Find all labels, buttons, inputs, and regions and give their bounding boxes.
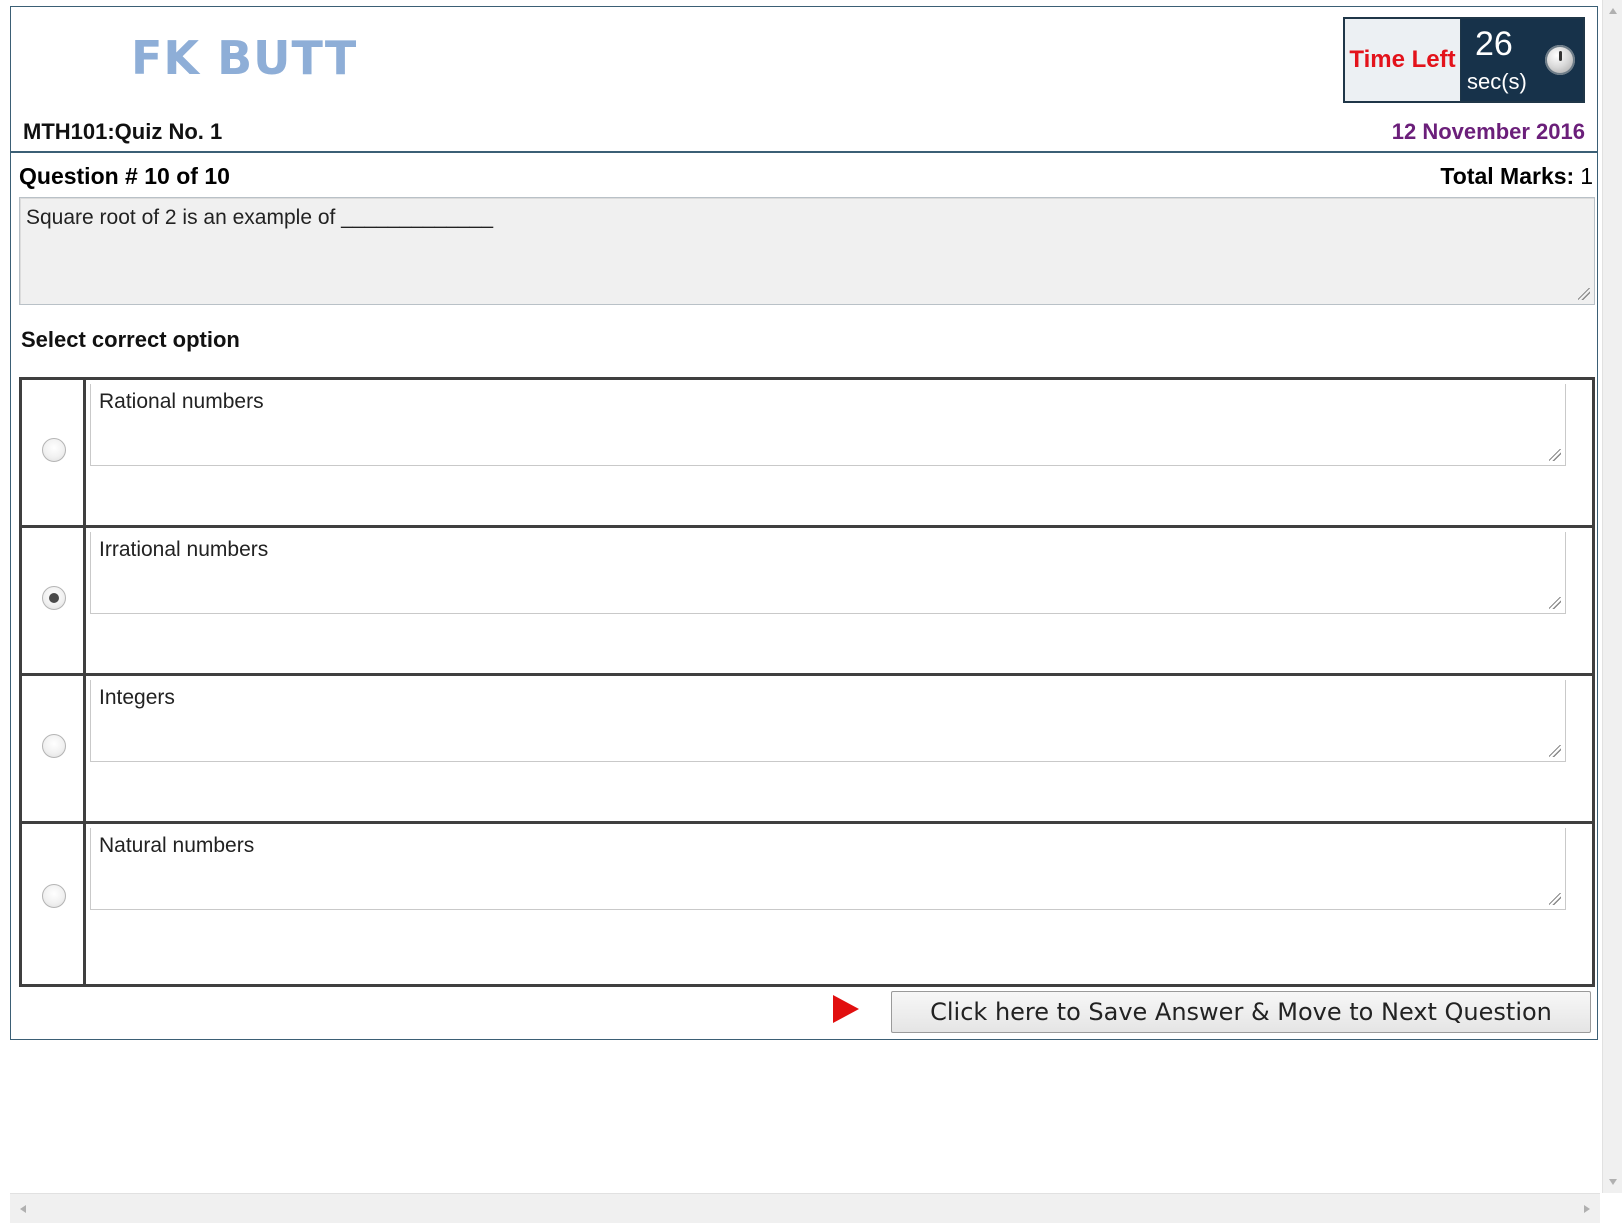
timer-seconds: 26 bbox=[1475, 25, 1513, 63]
select-option-label: Select correct option bbox=[21, 327, 240, 352]
option-row-4: Natural numbers bbox=[22, 824, 1592, 984]
quiz-title: MTH101:Quiz No. 1 bbox=[23, 119, 223, 144]
play-icon bbox=[833, 995, 859, 1023]
resize-grip-icon[interactable] bbox=[1578, 288, 1590, 300]
resize-grip-icon[interactable] bbox=[1549, 597, 1561, 609]
option-text: Rational numbers bbox=[99, 390, 264, 413]
timer-box: Time Left 26 sec(s) bbox=[1343, 17, 1585, 103]
quiz-panel: FK BUTT MTH101:Quiz No. 1 12 November 20… bbox=[10, 6, 1598, 1040]
logo-text: FK BUTT bbox=[131, 31, 358, 85]
option-row-1: Rational numbers bbox=[22, 380, 1592, 528]
scroll-down-icon[interactable] bbox=[1609, 1179, 1617, 1185]
option-text: Irrational numbers bbox=[99, 538, 269, 561]
vertical-scrollbar[interactable] bbox=[1602, 0, 1622, 1193]
quiz-window: FK BUTT MTH101:Quiz No. 1 12 November 20… bbox=[0, 0, 1622, 1223]
timer-value-cell: 26 sec(s) bbox=[1461, 19, 1583, 101]
total-marks-value: 1 bbox=[1580, 163, 1593, 189]
option-radio-3[interactable] bbox=[42, 734, 66, 758]
option-radio-cell bbox=[22, 824, 86, 984]
timer-unit: sec(s) bbox=[1467, 69, 1527, 94]
resize-grip-icon[interactable] bbox=[1549, 745, 1561, 757]
timer-label: Time Left bbox=[1349, 46, 1456, 73]
question-text-box[interactable]: Square root of 2 is an example of ______… bbox=[19, 197, 1595, 305]
option-radio-1[interactable] bbox=[42, 438, 66, 462]
total-marks-label: Total Marks: bbox=[1440, 163, 1575, 189]
option-radio-cell bbox=[22, 528, 86, 673]
option-radio-cell bbox=[22, 676, 86, 821]
option-text: Integers bbox=[99, 686, 175, 709]
option-radio-4[interactable] bbox=[42, 884, 66, 908]
option-text-box-1[interactable]: Rational numbers bbox=[90, 384, 1566, 466]
resize-grip-icon[interactable] bbox=[1549, 449, 1561, 461]
total-marks: Total Marks: 1 bbox=[1440, 163, 1593, 190]
horizontal-scrollbar[interactable] bbox=[10, 1193, 1600, 1223]
timer-label-cell: Time Left bbox=[1345, 19, 1461, 101]
option-row-2: Irrational numbers bbox=[22, 528, 1592, 676]
option-radio-cell bbox=[22, 380, 86, 525]
option-row-3: Integers bbox=[22, 676, 1592, 824]
scroll-left-icon[interactable] bbox=[20, 1205, 26, 1213]
save-next-button[interactable]: Click here to Save Answer & Move to Next… bbox=[891, 991, 1591, 1033]
option-text-box-2[interactable]: Irrational numbers bbox=[90, 532, 1566, 614]
resize-grip-icon[interactable] bbox=[1549, 893, 1561, 905]
question-text: Square root of 2 is an example of ______… bbox=[26, 206, 494, 229]
option-text-box-4[interactable]: Natural numbers bbox=[90, 828, 1566, 910]
options-table: Rational numbers Irrational numbers Inte… bbox=[19, 377, 1595, 987]
clock-icon bbox=[1545, 45, 1575, 75]
scroll-right-icon[interactable] bbox=[1584, 1205, 1590, 1213]
option-text: Natural numbers bbox=[99, 834, 255, 857]
question-header: Question # 10 of 10 Total Marks: 1 bbox=[19, 159, 1593, 193]
option-text-box-3[interactable]: Integers bbox=[90, 680, 1566, 762]
scroll-up-icon[interactable] bbox=[1609, 8, 1617, 14]
question-number: Question # 10 of 10 bbox=[19, 163, 230, 189]
quiz-date: 12 November 2016 bbox=[1391, 119, 1585, 144]
option-radio-2[interactable] bbox=[42, 586, 66, 610]
quiz-header: FK BUTT MTH101:Quiz No. 1 12 November 20… bbox=[11, 7, 1597, 153]
